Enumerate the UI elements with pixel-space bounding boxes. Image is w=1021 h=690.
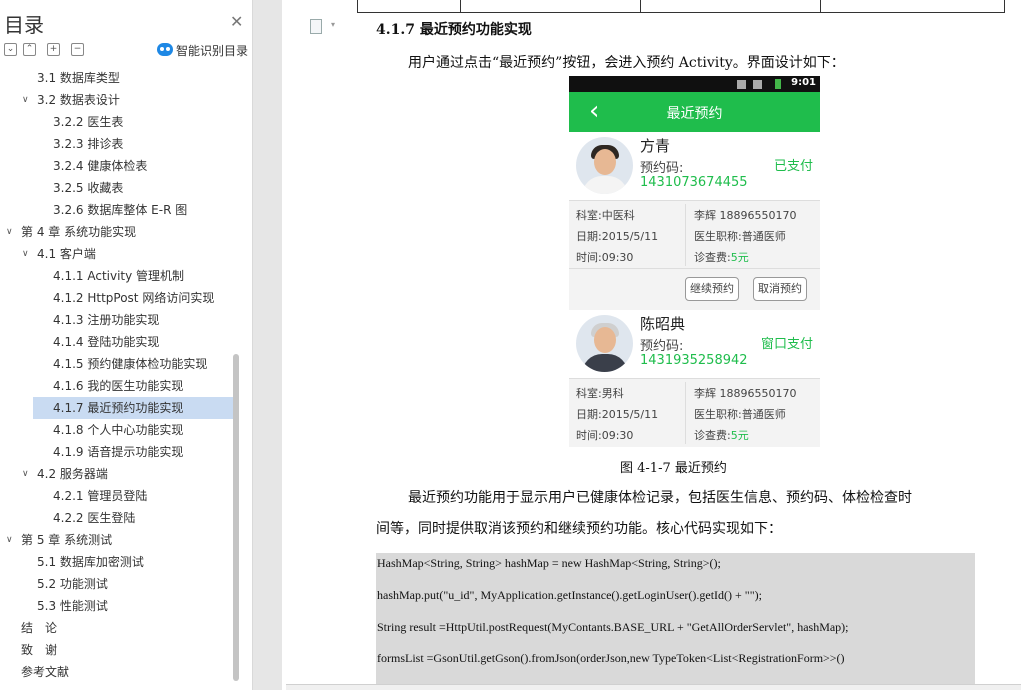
plus-icon[interactable]: + bbox=[47, 43, 60, 56]
toc-title: 目录 bbox=[4, 13, 44, 37]
battery-icon bbox=[775, 79, 781, 89]
wifi-icon bbox=[737, 80, 746, 89]
time: 时间:09:30 bbox=[576, 429, 634, 442]
toc-item[interactable]: 结 论 bbox=[0, 617, 233, 639]
toc-item[interactable]: 4.2.1 管理员登陆 bbox=[0, 485, 233, 507]
appointment-info: 科室:中医科 李辉 18896550170 日期:2015/5/11 医生职称:… bbox=[569, 200, 820, 268]
status-time: 9:01 bbox=[791, 77, 816, 88]
pay-status: 已支付 bbox=[773, 159, 813, 174]
doctor-avatar bbox=[576, 137, 633, 194]
dropdown-arrow-icon[interactable]: ▾ bbox=[331, 20, 335, 29]
chevron-down-icon[interactable]: ∨ bbox=[6, 529, 13, 551]
code-line: hashMap.put("u_id", MyApplication.getIns… bbox=[377, 588, 762, 602]
chevron-down-icon[interactable]: ∨ bbox=[6, 221, 13, 243]
date: 日期:2015/5/11 bbox=[576, 408, 659, 421]
toc-item[interactable]: 4.1.8 个人中心功能实现 bbox=[0, 419, 233, 441]
toc-scrollbar[interactable] bbox=[233, 354, 239, 681]
doctor-name: 陈昭典 bbox=[640, 315, 686, 333]
contact: 李辉 18896550170 bbox=[694, 209, 797, 222]
continue-booking-button: 继续预约 bbox=[685, 277, 739, 301]
fee: 诊查费:5元 bbox=[694, 429, 749, 442]
toc-item[interactable]: 3.2.2 医生表 bbox=[0, 111, 233, 133]
toc-item[interactable]: 3.2.5 收藏表 bbox=[0, 177, 233, 199]
phone-screenshot: 9:01 ‹ 最近预约 方青 预约码: 已支付 1431073674455 科室… bbox=[569, 76, 820, 447]
document-icon[interactable] bbox=[310, 19, 322, 34]
toc-item[interactable]: 4.1.1 Activity 管理机制 bbox=[0, 265, 233, 287]
toc-item[interactable]: ∨ 第 4 章 系统功能实现 bbox=[0, 221, 233, 243]
toc-item[interactable]: 3.1 数据库类型 bbox=[0, 67, 233, 89]
doctor-name: 方青 bbox=[640, 137, 671, 155]
toc-item[interactable]: 5.1 数据库加密测试 bbox=[0, 551, 233, 573]
code-line: formsList =GsonUtil.getGson().fromJson(o… bbox=[377, 651, 845, 665]
toc-item[interactable]: ∨ 4.1 客户端 bbox=[0, 243, 233, 265]
code-value: 1431073674455 bbox=[640, 175, 748, 190]
toc-item[interactable]: 4.1.4 登陆功能实现 bbox=[0, 331, 233, 353]
toc-item[interactable]: 3.2.6 数据库整体 E-R 图 bbox=[0, 199, 233, 221]
figure-caption: 图 4-1-7 最近预约 bbox=[620, 461, 727, 476]
horizontal-scrollbar[interactable] bbox=[286, 684, 1021, 690]
appointment-card: 方青 预约码: 已支付 1431073674455 bbox=[569, 132, 820, 200]
toc-item[interactable]: 4.2.2 医生登陆 bbox=[0, 507, 233, 529]
code-value: 1431935258942 bbox=[640, 353, 748, 368]
body-paragraph-line: 最近预约功能用于显示用户已健康体检记录，包括医生信息、预约码、体检检查时 bbox=[408, 490, 912, 506]
dept: 科室:男科 bbox=[576, 387, 624, 400]
code-label: 预约码: bbox=[640, 161, 684, 176]
code-line: HashMap<String, String> hashMap = new Ha… bbox=[377, 556, 721, 570]
toc-panel: 目录 ✕ ⌄ ⌃ + − 智能识别目录 3.1 数据库类型 ∨ 3.2 数据表设计… bbox=[0, 0, 253, 690]
toc-item[interactable]: 4.1.9 语音提示功能实现 bbox=[0, 441, 233, 463]
appointment-card: 陈昭典 预约码: 窗口支付 1431935258942 bbox=[569, 310, 820, 378]
section-heading: 4.1.7 最近预约功能实现 bbox=[376, 22, 532, 38]
appointment-info: 科室:男科 李辉 18896550170 日期:2015/5/11 医生职称:普… bbox=[569, 378, 820, 447]
toc-item[interactable]: 5.2 功能测试 bbox=[0, 573, 233, 595]
intro-paragraph: 用户通过点击“最近预约”按钮，会进入预约 Activity。界面设计如下： bbox=[408, 55, 845, 71]
card-actions: 继续预约 取消预约 bbox=[569, 268, 820, 309]
expand-all-icon[interactable]: ⌄ bbox=[4, 43, 17, 56]
chevron-down-icon[interactable]: ∨ bbox=[22, 89, 29, 111]
close-icon[interactable]: ✕ bbox=[230, 12, 243, 31]
chevron-down-icon[interactable]: ∨ bbox=[22, 243, 29, 265]
toc-item[interactable]: 5.3 性能测试 bbox=[0, 595, 233, 617]
doctor-title: 医生职称:普通医师 bbox=[694, 408, 786, 421]
document-viewer: 目录 ✕ ⌄ ⌃ + − 智能识别目录 3.1 数据库类型 ∨ 3.2 数据表设计… bbox=[0, 0, 1021, 690]
smart-recognize-icon[interactable] bbox=[157, 43, 173, 56]
date: 日期:2015/5/11 bbox=[576, 230, 659, 243]
chevron-down-icon[interactable]: ∨ bbox=[22, 463, 29, 485]
toc-item[interactable]: 3.2.3 排诊表 bbox=[0, 133, 233, 155]
doctor-title: 医生职称:普通医师 bbox=[694, 230, 786, 243]
phone-title: 最近预约 bbox=[666, 106, 723, 122]
cancel-booking-button: 取消预约 bbox=[753, 277, 807, 301]
toc-item[interactable]: 4.1.5 预约健康体检功能实现 bbox=[0, 353, 233, 375]
phone-header: ‹ 最近预约 bbox=[569, 92, 820, 132]
fee: 诊查费:5元 bbox=[694, 251, 749, 264]
phone-status-bar: 9:01 bbox=[569, 76, 820, 92]
toc-item[interactable]: 4.1.3 注册功能实现 bbox=[0, 309, 233, 331]
code-block: HashMap<String, String> hashMap = new Ha… bbox=[376, 553, 975, 690]
code-line: String result =HttpUtil.postRequest(MyCo… bbox=[377, 620, 849, 634]
toc-item[interactable]: 参考文献 bbox=[0, 661, 233, 683]
body-paragraph-line: 间等，同时提供取消该预约和继续预约功能。核心代码实现如下： bbox=[376, 521, 782, 537]
toc-item[interactable]: 致 谢 bbox=[0, 639, 233, 661]
toc-item[interactable]: 4.1.6 我的医生功能实现 bbox=[0, 375, 233, 397]
toc-item[interactable]: ∨ 4.2 服务器端 bbox=[0, 463, 233, 485]
toc-item[interactable]: 3.2.4 健康体检表 bbox=[0, 155, 233, 177]
toc-item[interactable]: ∨ 第 5 章 系统测试 bbox=[0, 529, 233, 551]
time: 时间:09:30 bbox=[576, 251, 634, 264]
toc-item[interactable]: ∨ 3.2 数据表设计 bbox=[0, 89, 233, 111]
collapse-all-icon[interactable]: ⌃ bbox=[23, 43, 36, 56]
toc-item-selected[interactable]: 4.1.7 最近预约功能实现 bbox=[33, 397, 233, 419]
minus-icon[interactable]: − bbox=[71, 43, 84, 56]
previous-table-bottom bbox=[357, 0, 1005, 13]
toc-item[interactable]: 4.1.2 HttpPost 网络访问实现 bbox=[0, 287, 233, 309]
dept: 科室:中医科 bbox=[576, 209, 635, 222]
code-label: 预约码: bbox=[640, 339, 684, 354]
smart-recognize-button[interactable]: 智能识别目录 bbox=[176, 42, 248, 59]
doctor-avatar bbox=[576, 315, 633, 372]
signal-icon bbox=[753, 80, 762, 89]
toc-list: 3.1 数据库类型 ∨ 3.2 数据表设计 3.2.2 医生表 3.2.3 排诊表… bbox=[0, 67, 233, 683]
pay-status: 窗口支付 bbox=[760, 337, 813, 352]
contact: 李辉 18896550170 bbox=[694, 387, 797, 400]
